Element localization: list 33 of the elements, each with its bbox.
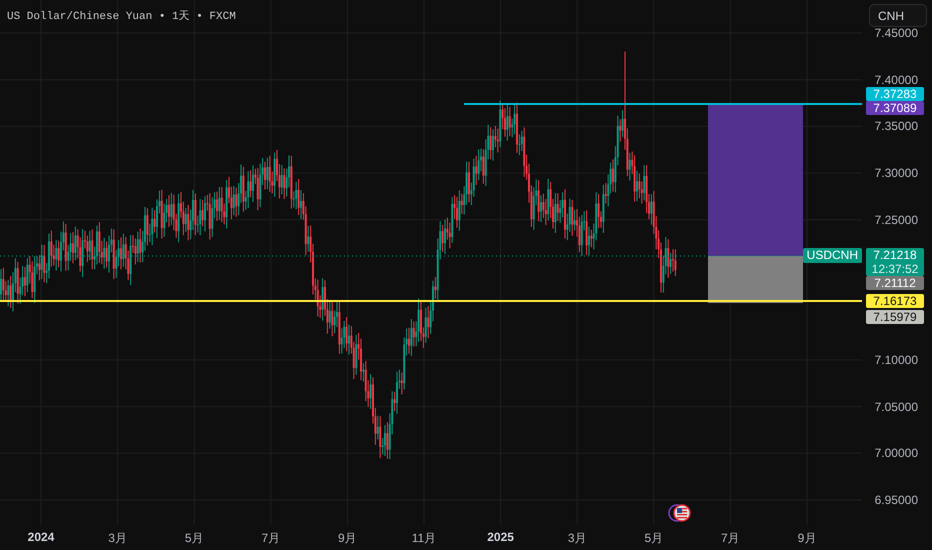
time-axis-label: 3月 xyxy=(108,530,127,547)
price-tick-label: 7.00000 xyxy=(874,446,918,460)
time-axis-label: 5月 xyxy=(184,530,204,547)
horizontal-line[interactable] xyxy=(0,300,862,302)
price-label: 7.37089 xyxy=(866,101,924,115)
price-tick-label: 7.05000 xyxy=(874,400,918,414)
symbol-tag: USDCNH xyxy=(802,248,862,263)
time-axis-label: 2024 xyxy=(28,530,54,544)
price-tick-label: 7.30000 xyxy=(874,166,918,180)
countdown-timer: 12:37:52 xyxy=(870,262,920,276)
price-label: 7.16173 xyxy=(866,294,924,308)
price-tick-label: 7.40000 xyxy=(874,72,918,87)
price-label: 7.37283 xyxy=(866,87,924,101)
price-label: 7.21112 xyxy=(866,276,924,290)
time-axis-label: 9月 xyxy=(338,530,357,547)
currency-button[interactable]: CNH xyxy=(869,4,927,27)
price-tick-label: 7.45000 xyxy=(874,26,918,40)
horizontal-line[interactable] xyxy=(464,103,862,105)
time-axis-label: 5月 xyxy=(644,530,664,547)
time-axis-label: 2025 xyxy=(487,530,514,544)
time-axis-label: 9月 xyxy=(798,530,816,547)
chart-title: US Dollar/Chinese Yuan • 1天 • FXCM xyxy=(7,9,236,23)
price-tick-label: 6.95000 xyxy=(874,493,918,507)
time-axis-label: 11月 xyxy=(412,530,436,547)
price-tick-label: 7.10000 xyxy=(874,352,918,367)
flag-icon[interactable] xyxy=(668,504,691,522)
price-value: 7.21218 xyxy=(872,248,918,262)
time-axis-label: 7月 xyxy=(721,530,740,547)
price-tick-label: 7.35000 xyxy=(874,119,918,134)
time-axis-label: 7月 xyxy=(261,530,280,547)
price-tick-label: 7.25000 xyxy=(874,212,918,227)
time-axis-label: 3月 xyxy=(568,530,587,547)
price-label: 7.15979 xyxy=(866,310,924,324)
